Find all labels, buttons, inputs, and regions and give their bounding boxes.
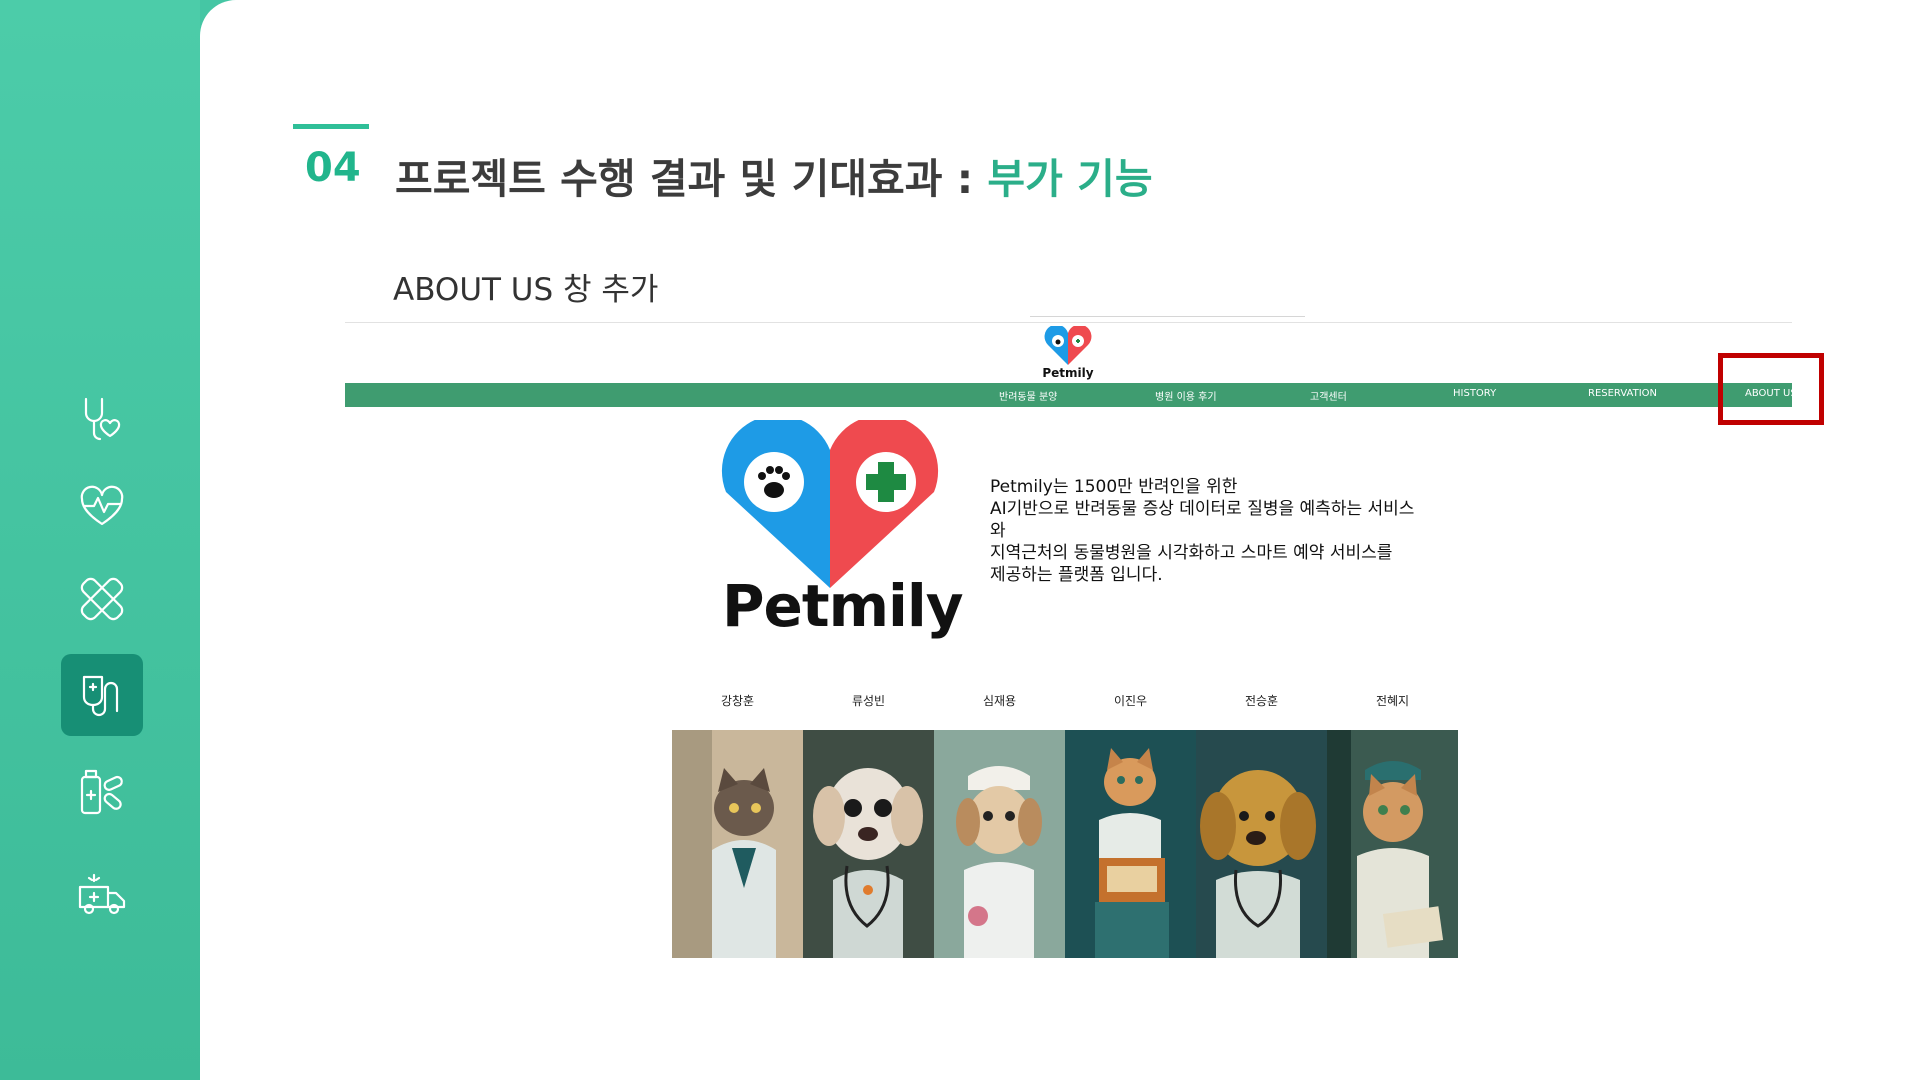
site-logo-text: Petmily bbox=[1042, 366, 1094, 380]
title-accent-bar bbox=[293, 124, 369, 129]
nav-item-history[interactable]: HISTORY bbox=[1453, 388, 1496, 399]
team-photo-cat-doctor bbox=[672, 730, 803, 958]
slide-title-accent: 부가 기능 bbox=[987, 155, 1153, 203]
sidebar bbox=[0, 0, 200, 1080]
team-photo-cat-scholar bbox=[1327, 730, 1458, 958]
slide-title-main: 프로젝트 수행 결과 및 기대효과 : bbox=[395, 155, 988, 203]
divider bbox=[1030, 316, 1305, 317]
team-photo-golden-dog bbox=[1196, 730, 1327, 958]
heartbeat-icon[interactable] bbox=[61, 465, 143, 547]
about-logo: Petmily bbox=[712, 414, 964, 640]
nav-item-reservation[interactable]: RESERVATION bbox=[1588, 388, 1657, 399]
nav-item-support[interactable]: 고객센터 bbox=[1310, 388, 1347, 403]
description-line: Petmily는 1500만 반려인을 위한 bbox=[990, 477, 1238, 497]
about-description: Petmily는 1500만 반려인을 위한 AI기반으로 반려동물 증상 데이… bbox=[990, 476, 1470, 586]
team-photos bbox=[672, 730, 1458, 958]
bandage-icon[interactable] bbox=[61, 558, 143, 640]
about-us-highlight-box bbox=[1718, 353, 1824, 425]
team-photo-nurse-puppy bbox=[934, 730, 1065, 958]
description-line: 지역근처의 동물병원을 시각화하고 스마트 예약 서비스를 bbox=[990, 543, 1393, 563]
slide-number: 04 bbox=[305, 145, 361, 191]
team-member-name: 강창훈 bbox=[720, 694, 755, 708]
iv-stethoscope-icon[interactable] bbox=[61, 654, 143, 736]
petmily-heart-icon bbox=[1044, 324, 1092, 365]
ambulance-icon[interactable] bbox=[61, 852, 143, 934]
description-line: 제공하는 플랫폼 입니다. bbox=[990, 565, 1163, 585]
slide-subtitle: ABOUT US 창 추가 bbox=[393, 272, 659, 308]
about-logo-text: Petmily bbox=[722, 572, 964, 640]
stethoscope-heart-icon[interactable] bbox=[61, 378, 143, 460]
team-member-name: 전승훈 bbox=[1244, 694, 1279, 708]
description-line: AI기반으로 반려동물 증상 데이터로 질병을 예측하는 서비스 bbox=[990, 499, 1415, 519]
team-photo-puppy-doctor bbox=[803, 730, 934, 958]
team-names: 강창훈 류성빈 심재용 이진우 전승훈 전혜지 bbox=[672, 692, 1458, 712]
nav-item-adoption[interactable]: 반려동물 분양 bbox=[999, 388, 1057, 403]
nav-item-reviews[interactable]: 병원 이용 후기 bbox=[1155, 388, 1217, 403]
team-member-name: 류성빈 bbox=[851, 694, 886, 708]
team-member-name: 심재용 bbox=[982, 694, 1017, 708]
site-navbar: 반려동물 분양 병원 이용 후기 고객센터 HISTORY RESERVATIO… bbox=[345, 383, 1797, 407]
team-member-name: 전혜지 bbox=[1375, 694, 1410, 708]
divider bbox=[345, 322, 1792, 323]
team-photo-cat-robot bbox=[1065, 730, 1196, 958]
slide-content: 04 프로젝트 수행 결과 및 기대효과 : 부가 기능 ABOUT US 창 … bbox=[200, 0, 1920, 1080]
slide-title: 프로젝트 수행 결과 및 기대효과 : 부가 기능 bbox=[395, 145, 1153, 205]
site-logo[interactable]: Petmily bbox=[1036, 324, 1100, 380]
description-line: 와 bbox=[990, 521, 1006, 541]
petmily-heart-icon bbox=[721, 414, 939, 588]
team-member-name: 이진우 bbox=[1113, 694, 1148, 708]
medicine-pills-icon[interactable] bbox=[61, 752, 143, 834]
